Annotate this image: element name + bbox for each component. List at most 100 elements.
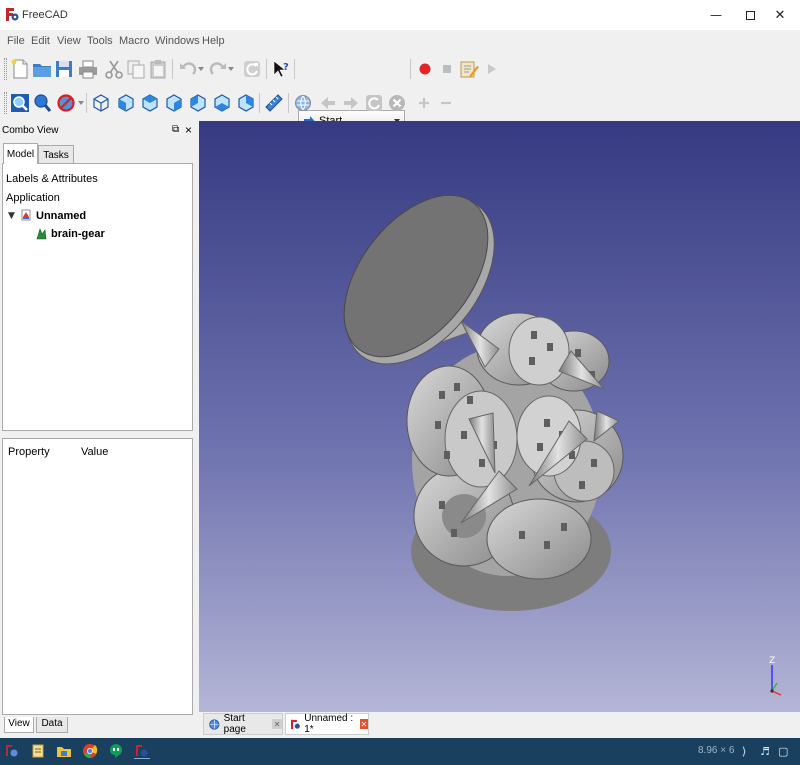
undo-dropdown-icon[interactable] bbox=[198, 67, 204, 71]
property-column-header: Property bbox=[8, 446, 50, 458]
open-folder-icon[interactable] bbox=[30, 57, 54, 81]
edit-macro-icon[interactable] bbox=[457, 57, 481, 81]
notification-icon[interactable]: ▢ bbox=[778, 745, 788, 758]
new-file-icon[interactable] bbox=[8, 57, 32, 81]
tab-unnamed[interactable]: Unnamed : 1* ✕ bbox=[285, 713, 369, 735]
window-title: FreeCAD bbox=[22, 9, 68, 21]
toolbar-grip[interactable] bbox=[4, 92, 7, 114]
run-macro-icon[interactable] bbox=[479, 57, 503, 81]
print-icon[interactable] bbox=[76, 57, 100, 81]
freecad-logo-icon bbox=[6, 8, 19, 21]
undo-icon[interactable] bbox=[176, 57, 200, 81]
tree-item-unnamed[interactable]: Unnamed bbox=[36, 210, 86, 222]
draw-style-dropdown-icon[interactable] bbox=[78, 101, 84, 105]
menu-edit[interactable]: Edit bbox=[31, 35, 50, 47]
fit-all-icon[interactable] bbox=[8, 91, 32, 115]
copy-icon[interactable] bbox=[124, 57, 148, 81]
view-bottom-icon[interactable] bbox=[210, 91, 234, 115]
combo-view-panel: Combo View ⧉ × Model Tasks Labels & Attr… bbox=[0, 121, 199, 738]
view-top-icon[interactable] bbox=[138, 91, 162, 115]
stop-macro-icon[interactable] bbox=[435, 57, 459, 81]
tab-start-page-label: Start page bbox=[223, 713, 246, 735]
toolbar-grip[interactable] bbox=[4, 58, 7, 80]
fit-selection-icon[interactable] bbox=[30, 91, 54, 115]
close-panel-icon[interactable]: × bbox=[185, 123, 192, 137]
toolbar-separator bbox=[86, 93, 87, 113]
draw-style-icon[interactable] bbox=[54, 91, 78, 115]
close-button[interactable]: ✕ bbox=[758, 0, 800, 30]
refresh-icon[interactable] bbox=[240, 57, 264, 81]
freecad-running-icon[interactable] bbox=[134, 743, 150, 759]
tab-view[interactable]: View bbox=[4, 717, 34, 733]
nav-refresh-icon[interactable] bbox=[362, 91, 386, 115]
model-tree: Labels & Attributes Application ▼ Unname… bbox=[2, 163, 193, 431]
tab-tasks[interactable]: Tasks bbox=[38, 145, 74, 164]
property-panel: Property Value bbox=[2, 438, 193, 715]
tab-unnamed-label: Unnamed : 1* bbox=[304, 713, 354, 735]
chrome-icon[interactable] bbox=[82, 743, 98, 759]
zoom-out-icon[interactable] bbox=[434, 91, 458, 115]
measure-icon[interactable] bbox=[262, 91, 286, 115]
view-front-icon[interactable] bbox=[114, 91, 138, 115]
record-macro-icon[interactable] bbox=[413, 57, 437, 81]
cut-icon[interactable] bbox=[102, 57, 126, 81]
view-toolbar bbox=[0, 86, 800, 120]
folder-icon[interactable] bbox=[56, 743, 72, 759]
web-home-icon[interactable] bbox=[291, 91, 315, 115]
windows-taskbar: 8.96 × 6 ⟩ ♬ ▢ bbox=[0, 738, 800, 765]
brain-gear-model[interactable] bbox=[199, 121, 800, 712]
menu-windows[interactable]: Windows bbox=[155, 35, 200, 47]
toolbar-separator bbox=[410, 59, 411, 79]
mesh-object-icon bbox=[36, 228, 47, 240]
document-tabs: Start page ✕ Unnamed : 1* ✕ bbox=[199, 712, 800, 738]
toolbar-separator bbox=[172, 59, 173, 79]
zoom-in-icon[interactable] bbox=[412, 91, 436, 115]
toolbar-separator bbox=[288, 93, 289, 113]
view-left-icon[interactable] bbox=[234, 91, 258, 115]
save-icon[interactable] bbox=[52, 57, 76, 81]
tree-item-brain-gear[interactable]: brain-gear bbox=[51, 228, 105, 240]
3d-viewport[interactable]: Z bbox=[199, 121, 800, 712]
document-icon bbox=[21, 209, 31, 221]
paste-icon[interactable] bbox=[146, 57, 170, 81]
toolbar-separator bbox=[266, 59, 267, 79]
toolbar-separator bbox=[294, 59, 295, 79]
combo-view-title: Combo View bbox=[2, 125, 59, 136]
globe-icon bbox=[209, 718, 220, 730]
menu-help[interactable]: Help bbox=[202, 35, 225, 47]
tab-data[interactable]: Data bbox=[36, 717, 68, 733]
title-bar: FreeCAD — ✕ bbox=[0, 0, 800, 30]
view-rear-icon[interactable] bbox=[186, 91, 210, 115]
freecad-doc-icon bbox=[291, 719, 300, 729]
redo-icon[interactable] bbox=[206, 57, 230, 81]
nav-stop-icon[interactable] bbox=[385, 91, 409, 115]
tab-model[interactable]: Model bbox=[3, 143, 38, 164]
tree-header: Labels & Attributes bbox=[6, 173, 98, 185]
menu-tools[interactable]: Tools bbox=[87, 35, 113, 47]
file-toolbar: ? Start bbox=[0, 52, 800, 132]
gear-cluster bbox=[406, 312, 624, 611]
view-isometric-icon[interactable] bbox=[89, 91, 113, 115]
network-icon[interactable]: ⟩ bbox=[742, 745, 746, 758]
float-panel-icon[interactable]: ⧉ bbox=[172, 124, 179, 135]
freecad-icon[interactable] bbox=[4, 743, 20, 759]
toolbar-separator bbox=[259, 93, 260, 113]
nav-back-icon[interactable] bbox=[316, 91, 340, 115]
nav-forward-icon[interactable] bbox=[339, 91, 363, 115]
maximize-icon bbox=[745, 10, 755, 20]
notepad-icon[interactable] bbox=[30, 743, 46, 759]
redo-dropdown-icon[interactable] bbox=[228, 67, 234, 71]
hangouts-icon[interactable] bbox=[108, 743, 124, 759]
menu-file[interactable]: File bbox=[7, 35, 25, 47]
close-tab-icon[interactable]: ✕ bbox=[359, 719, 368, 729]
view-right-icon[interactable] bbox=[162, 91, 186, 115]
tab-start-page[interactable]: Start page ✕ bbox=[203, 713, 283, 735]
close-tab-icon[interactable]: ✕ bbox=[272, 719, 282, 729]
volume-icon[interactable]: ♬ bbox=[760, 745, 770, 758]
menu-view[interactable]: View bbox=[57, 35, 81, 47]
menu-bar: File Edit View Tools Macro Windows Help bbox=[0, 33, 800, 49]
menu-macro[interactable]: Macro bbox=[119, 35, 150, 47]
expand-arrow-icon[interactable]: ▼ bbox=[8, 211, 15, 221]
tree-group-application: Application bbox=[6, 192, 60, 204]
whats-this-icon[interactable]: ? bbox=[269, 57, 293, 81]
